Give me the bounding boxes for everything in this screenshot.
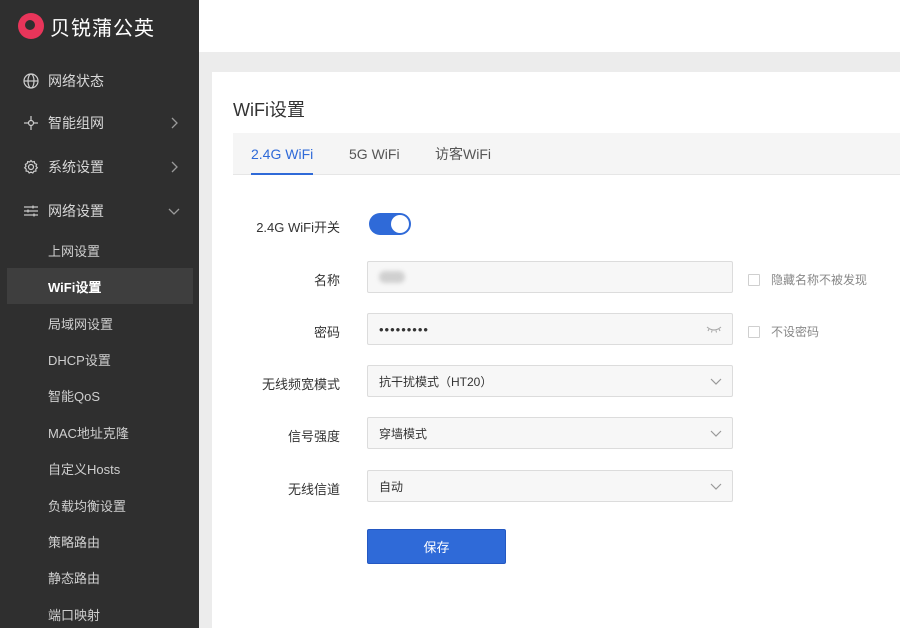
- network-icon: [22, 114, 40, 132]
- top-bar: [199, 0, 900, 52]
- signal-strength-label: 信号强度: [287, 429, 340, 444]
- sidebar-subitem-dhcp-settings[interactable]: DHCP设置: [7, 341, 193, 377]
- chevron-right-icon: [168, 161, 180, 173]
- sidebar-subitem-label: 自定义Hosts: [48, 461, 121, 477]
- sidebar-subitem-label: MAC地址克隆: [48, 425, 129, 441]
- sidebar-subitem-policy-routing[interactable]: 策略路由: [7, 523, 193, 559]
- name-label: 名称: [313, 273, 340, 288]
- wifi-switch-label: 2.4G WiFi开关: [256, 220, 340, 235]
- channel-value: 自动: [379, 479, 404, 494]
- channel-select[interactable]: 自动: [367, 470, 733, 502]
- chevron-down-icon: [168, 205, 180, 217]
- sidebar-subitem-label: 负载均衡设置: [48, 498, 127, 514]
- password-value: •••••••••: [379, 321, 429, 337]
- hide-name-label: 隐藏名称不被发现: [771, 273, 868, 287]
- sliders-icon: [22, 202, 40, 220]
- wifi-name-input[interactable]: [367, 261, 733, 293]
- chevron-down-icon: [710, 375, 722, 387]
- sidebar-subitem-custom-hosts[interactable]: 自定义Hosts: [7, 450, 193, 486]
- gear-icon: [22, 158, 40, 176]
- chevron-down-icon: [710, 427, 722, 439]
- sidebar-subitem-label: WiFi设置: [48, 279, 102, 295]
- sidebar-item-smart-networking[interactable]: 智能组网: [0, 101, 199, 145]
- page-title: WiFi设置: [233, 100, 305, 120]
- sidebar-subitem-lan-settings[interactable]: 局域网设置: [7, 305, 193, 341]
- sidebar-subitem-load-balancing[interactable]: 负载均衡设置: [7, 487, 193, 523]
- checkbox-box: [748, 325, 760, 338]
- sidebar-subitem-smart-qos[interactable]: 智能QoS: [7, 377, 193, 413]
- no-password-checkbox[interactable]: 不设密码: [748, 323, 819, 340]
- sidebar-subitem-label: 策略路由: [48, 534, 101, 550]
- signal-strength-select[interactable]: 穿墙模式: [367, 417, 733, 449]
- sidebar-subitem-label: 智能QoS: [48, 388, 101, 404]
- bandwidth-value: 抗干扰模式（HT20）: [379, 374, 493, 389]
- sidebar-subitem-wifi-settings[interactable]: WiFi设置: [7, 268, 193, 304]
- wifi-toggle-switch[interactable]: [369, 213, 411, 235]
- sidebar-item-label: 系统设置: [48, 159, 104, 175]
- brand-logo[interactable]: 贝锐蒲公英: [18, 12, 155, 40]
- sidebar-subitem-port-mapping[interactable]: 端口映射: [7, 596, 193, 628]
- password-label: 密码: [313, 325, 340, 340]
- sidebar: 贝锐蒲公英 网络状态 智能组网 系统设置 网络设置 上网设置 WiFi设置 局域…: [0, 0, 199, 628]
- sidebar-subitem-label: 上网设置: [48, 243, 101, 259]
- sidebar-item-label: 智能组网: [48, 115, 104, 131]
- sidebar-subitem-label: DHCP设置: [48, 352, 111, 368]
- sidebar-subitem-internet-settings[interactable]: 上网设置: [7, 232, 193, 268]
- signal-strength-value: 穿墙模式: [379, 426, 428, 441]
- toggle-knob: [391, 215, 409, 233]
- brand-logo-icon: [18, 13, 44, 39]
- sidebar-subitem-mac-clone[interactable]: MAC地址克隆: [7, 414, 193, 450]
- sidebar-item-network-settings[interactable]: 网络设置: [0, 189, 199, 233]
- wifi-password-input[interactable]: •••••••••: [367, 313, 733, 345]
- sidebar-item-label: 网络状态: [48, 73, 104, 89]
- checkbox-box: [748, 273, 760, 286]
- eye-closed-icon[interactable]: [706, 323, 722, 335]
- no-password-label: 不设密码: [771, 325, 820, 339]
- bandwidth-select[interactable]: 抗干扰模式（HT20）: [367, 365, 733, 397]
- sidebar-subitem-label: 局域网设置: [48, 316, 114, 332]
- wifi-tabs: 2.4G WiFi 5G WiFi 访客WiFi: [233, 133, 900, 175]
- chevron-right-icon: [168, 117, 180, 129]
- sidebar-item-system-settings[interactable]: 系统设置: [0, 145, 199, 189]
- bandwidth-label: 无线频宽模式: [261, 377, 340, 392]
- redacted-wifi-name: [379, 271, 405, 283]
- brand-name: 贝锐蒲公英: [50, 17, 155, 40]
- wifi-settings-card: WiFi设置 2.4G WiFi 5G WiFi 访客WiFi 2.4G WiF…: [212, 72, 900, 628]
- sidebar-item-label: 网络设置: [48, 203, 104, 219]
- sidebar-item-network-status[interactable]: 网络状态: [0, 59, 199, 103]
- sidebar-subitem-static-routing[interactable]: 静态路由: [7, 559, 193, 595]
- channel-label: 无线信道: [287, 482, 340, 497]
- hide-name-checkbox[interactable]: 隐藏名称不被发现: [748, 271, 867, 288]
- chevron-down-icon: [710, 480, 722, 492]
- sidebar-subitem-label: 静态路由: [48, 570, 101, 586]
- globe-icon: [22, 72, 40, 90]
- save-button[interactable]: 保存: [367, 529, 506, 564]
- sidebar-subitem-label: 端口映射: [48, 607, 101, 623]
- tab-guest-wifi[interactable]: 访客WiFi: [435, 133, 491, 175]
- tab-5g-wifi[interactable]: 5G WiFi: [349, 133, 400, 175]
- tab-2-4g-wifi[interactable]: 2.4G WiFi: [251, 133, 314, 175]
